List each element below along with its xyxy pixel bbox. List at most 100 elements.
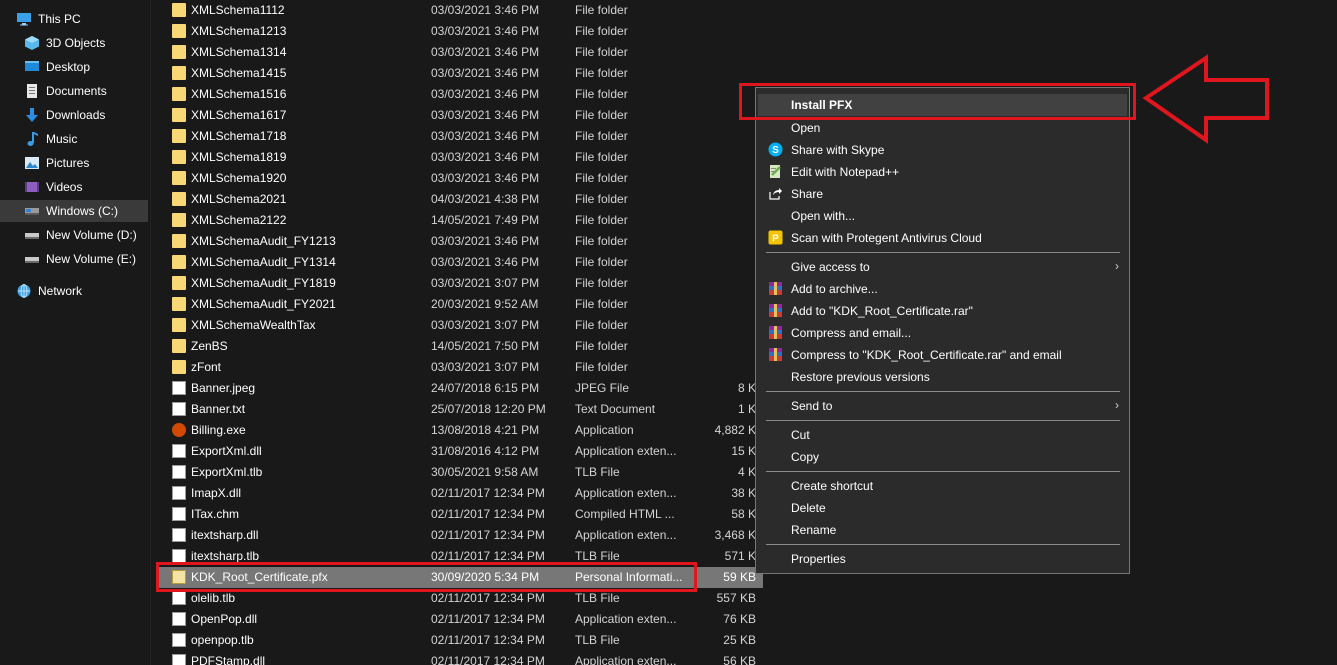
table-row[interactable]: XMLSchema1617 03/03/2021 3:46 PM File fold… xyxy=(158,105,763,126)
folder-icon xyxy=(172,297,186,311)
menu-item-delete[interactable]: Delete xyxy=(758,497,1127,519)
menu-item-scan-with-protegent[interactable]: P Scan with Protegent Antivirus Cloud xyxy=(758,227,1127,249)
menu-item-edit-with-notepad-plus-plus[interactable]: Edit with Notepad++ xyxy=(758,161,1127,183)
menu-item-rename[interactable]: Rename xyxy=(758,519,1127,541)
nav-label: This PC xyxy=(38,12,81,26)
table-row[interactable]: XMLSchema1415 03/03/2021 3:46 PM File fold… xyxy=(158,63,763,84)
file-name: ExportXml.tlb xyxy=(191,465,263,479)
table-row[interactable]: XMLSchema2122 14/05/2021 7:49 PM File fold… xyxy=(158,210,763,231)
menu-item-add-to-archive[interactable]: Add to archive... xyxy=(758,278,1127,300)
nav-windows-c[interactable]: Windows (C:) xyxy=(0,200,148,222)
nav-downloads[interactable]: Downloads xyxy=(0,104,172,126)
file-type: TLB File xyxy=(575,633,620,647)
menu-label: Open xyxy=(791,121,821,135)
menu-label: Open with... xyxy=(791,209,856,223)
file-name: XMLSchemaAudit_FY2021 xyxy=(191,297,336,311)
menu-item-share-with-skype[interactable]: S Share with Skype xyxy=(758,139,1127,161)
skype-icon: S xyxy=(768,142,783,157)
menu-item-compress-to-rar-and-email[interactable]: Compress to "KDK_Root_Certificate.rar" a… xyxy=(758,344,1127,366)
menu-item-properties[interactable]: Properties xyxy=(758,548,1127,570)
file-icon xyxy=(172,465,186,479)
table-row[interactable]: XMLSchema1112 03/03/2021 3:46 PM File fold… xyxy=(158,0,763,21)
table-row[interactable]: XMLSchemaAudit_FY2021 20/03/2021 9:52 AM F… xyxy=(158,294,763,315)
file-size: 4,882 K xyxy=(714,423,756,437)
menu-item-share[interactable]: Share xyxy=(758,183,1127,205)
table-row[interactable]: zFont 03/03/2021 3:07 PM File folder xyxy=(158,357,763,378)
file-date: 02/11/2017 12:34 PM xyxy=(431,633,545,647)
nav-pictures[interactable]: Pictures xyxy=(0,152,172,174)
file-name: XMLSchema1112 xyxy=(191,3,285,17)
menu-item-create-shortcut[interactable]: Create shortcut xyxy=(758,475,1127,497)
network-icon xyxy=(17,284,31,298)
folder-icon xyxy=(172,66,186,80)
menu-item-cut[interactable]: Cut xyxy=(758,424,1127,446)
table-row[interactable]: OpenPop.dll 02/11/2017 12:34 PM Applicatio… xyxy=(158,609,763,630)
file-date: 02/11/2017 12:34 PM xyxy=(431,591,545,605)
file-explorer-window: This PC 3D Objects Desktop Documents Dow… xyxy=(0,0,1337,665)
table-row[interactable]: XMLSchema1516 03/03/2021 3:46 PM File fold… xyxy=(158,84,763,105)
dll-file-icon xyxy=(172,528,186,542)
menu-item-send-to[interactable]: Send to › xyxy=(758,395,1127,417)
table-row[interactable]: XMLSchema2021 04/03/2021 4:38 PM File fold… xyxy=(158,189,763,210)
file-name: Banner.jpeg xyxy=(191,381,256,395)
nav-label: New Volume (E:) xyxy=(46,252,137,266)
menu-label: Copy xyxy=(791,450,820,464)
menu-label: Add to "KDK_Root_Certificate.rar" xyxy=(791,304,973,318)
nav-documents[interactable]: Documents xyxy=(0,80,172,102)
table-row[interactable]: openpop.tlb 02/11/2017 12:34 PM TLB File 25… xyxy=(158,630,763,651)
menu-label: Create shortcut xyxy=(791,479,874,493)
file-date: 14/05/2021 7:49 PM xyxy=(431,213,540,227)
table-row[interactable]: XMLSchema1718 03/03/2021 3:46 PM File fold… xyxy=(158,126,763,147)
file-date: 20/03/2021 9:52 AM xyxy=(431,297,539,311)
menu-item-restore-previous-versions[interactable]: Restore previous versions xyxy=(758,366,1127,388)
file-size: 557 KB xyxy=(716,591,756,605)
table-row[interactable]: ExportXml.tlb 30/05/2021 9:58 AM TLB File 4… xyxy=(158,462,763,483)
table-row[interactable]: XMLSchema1314 03/03/2021 3:46 PM File fold… xyxy=(158,42,763,63)
table-row[interactable]: XMLSchema1819 03/03/2021 3:46 PM File fold… xyxy=(158,147,763,168)
table-row[interactable]: XMLSchemaAudit_FY1213 03/03/2021 3:46 PM F… xyxy=(158,231,763,252)
table-row[interactable]: XMLSchema1920 03/03/2021 3:46 PM File fold… xyxy=(158,168,763,189)
file-type: File folder xyxy=(575,339,628,353)
table-row[interactable]: ITax.chm 02/11/2017 12:34 PM Compiled HTML… xyxy=(158,504,763,525)
pane-divider[interactable] xyxy=(150,0,151,665)
nav-desktop[interactable]: Desktop xyxy=(0,56,172,78)
highlight-box-selected-file xyxy=(156,562,697,592)
nav-new-volume-e[interactable]: New Volume (E:) xyxy=(0,248,172,270)
menu-item-compress-and-email[interactable]: Compress and email... xyxy=(758,322,1127,344)
winrar-icon xyxy=(769,304,782,317)
file-date: 03/03/2021 3:46 PM xyxy=(431,234,540,248)
winrar-icon xyxy=(769,348,782,361)
nav-3d-objects[interactable]: 3D Objects xyxy=(0,32,172,54)
file-date: 03/03/2021 3:46 PM xyxy=(431,24,540,38)
chevron-right-icon: › xyxy=(1115,259,1119,273)
table-row[interactable]: ImapX.dll 02/11/2017 12:34 PM Application … xyxy=(158,483,763,504)
table-row[interactable]: ExportXml.dll 31/08/2016 4:12 PM Applicati… xyxy=(158,441,763,462)
table-row[interactable]: PDFStamp.dll 02/11/2017 12:34 PM Applicati… xyxy=(158,651,763,665)
folder-icon xyxy=(172,255,186,269)
table-row[interactable]: Banner.txt 25/07/2018 12:20 PM Text Docume… xyxy=(158,399,763,420)
table-row[interactable]: XMLSchemaAudit_FY1819 03/03/2021 3:07 PM F… xyxy=(158,273,763,294)
nav-new-volume-d[interactable]: New Volume (D:) xyxy=(0,224,172,246)
menu-item-give-access-to[interactable]: Give access to › xyxy=(758,256,1127,278)
file-name: itextsharp.dll xyxy=(191,528,259,542)
menu-item-add-to-rar[interactable]: Add to "KDK_Root_Certificate.rar" xyxy=(758,300,1127,322)
nav-music[interactable]: Music xyxy=(0,128,172,150)
videos-icon xyxy=(25,182,39,192)
menu-item-open[interactable]: Open xyxy=(758,117,1127,139)
table-row[interactable]: Banner.jpeg 24/07/2018 6:15 PM JPEG File 8 … xyxy=(158,378,763,399)
menu-item-open-with[interactable]: Open with... xyxy=(758,205,1127,227)
nav-videos[interactable]: Videos xyxy=(0,176,172,198)
table-row[interactable]: itextsharp.dll 02/11/2017 12:34 PM Applica… xyxy=(158,525,763,546)
table-row[interactable]: XMLSchema1213 03/03/2021 3:46 PM File fold… xyxy=(158,21,763,42)
table-row[interactable]: ZenBS 14/05/2021 7:50 PM File folder xyxy=(158,336,763,357)
table-row[interactable]: XMLSchemaAudit_FY1314 03/03/2021 3:46 PM F… xyxy=(158,252,763,273)
table-row[interactable]: Billing.exe 13/08/2018 4:21 PM Application… xyxy=(158,420,763,441)
table-row[interactable]: XMLSchemaWealthTax 03/03/2021 3:07 PM File… xyxy=(158,315,763,336)
menu-separator xyxy=(766,544,1120,545)
menu-item-copy[interactable]: Copy xyxy=(758,446,1127,468)
file-date: 13/08/2018 4:21 PM xyxy=(431,423,540,437)
file-date: 03/03/2021 3:46 PM xyxy=(431,87,540,101)
nav-network[interactable]: Network xyxy=(0,280,164,302)
file-type: File folder xyxy=(575,108,628,122)
nav-this-pc[interactable]: This PC xyxy=(0,8,164,30)
